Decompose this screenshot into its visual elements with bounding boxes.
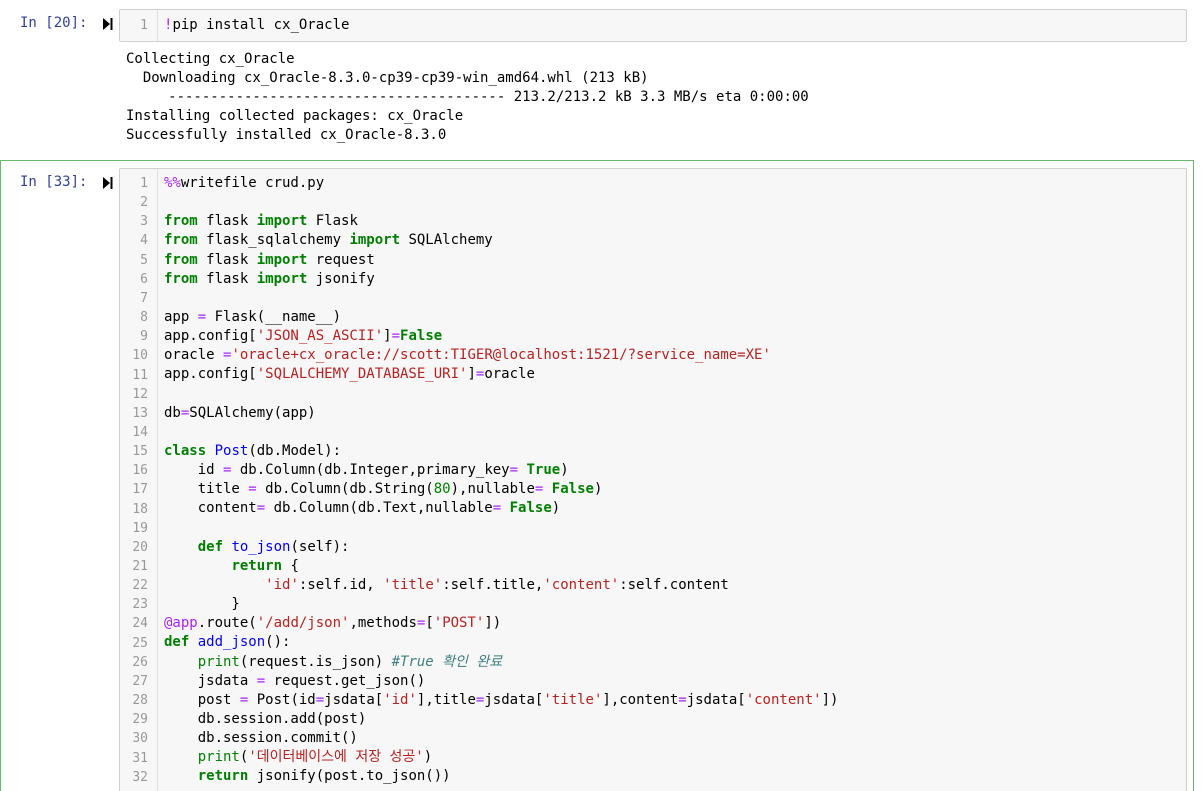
line-number: 20: [132, 539, 148, 555]
code-line[interactable]: id = db.Column(db.Integer,primary_key= T…: [164, 461, 838, 480]
code-line[interactable]: !pip install cx_Oracle: [164, 16, 349, 35]
line-number: 7: [140, 290, 148, 306]
code-line[interactable]: return jsonify(post.to_json()): [164, 767, 838, 786]
code-line[interactable]: %%writefile crud.py: [164, 174, 838, 193]
output-line: ----------------------------------------…: [126, 89, 809, 105]
input-prompt: In [33]:: [20, 174, 88, 190]
code-line[interactable]: post = Post(id=jsdata['id'],title=jsdata…: [164, 691, 839, 710]
pip-command: pip install cx_Oracle: [172, 17, 350, 33]
code-line[interactable]: ​: [164, 423, 838, 442]
code-line[interactable]: print('데이터베이스에 저장 성공'): [164, 748, 838, 767]
line-number: 5: [140, 252, 148, 268]
line-number: 3: [140, 214, 148, 230]
code-line[interactable]: jsdata = request.get_json(): [164, 672, 838, 691]
line-number: 29: [132, 712, 148, 728]
line-number: 1: [140, 18, 148, 33]
line-number: 15: [132, 444, 148, 460]
line-number: 25: [132, 635, 148, 651]
code-line[interactable]: from flask import jsonify: [164, 270, 838, 289]
line-number: 10: [132, 348, 148, 364]
line-number: 28: [132, 693, 148, 709]
code-line[interactable]: print(request.is_json) #True 확인 완료: [164, 653, 838, 672]
code-line[interactable]: content= db.Column(db.Text,nullable= Fal…: [164, 499, 838, 518]
input-prompt: In [20]:: [20, 15, 88, 31]
code-line[interactable]: ​: [164, 289, 838, 308]
code-input[interactable]: 1 2 3 4 5 6 7 8 9 10 11 12 13 14 15 16 17 18 19 20 21 22 23 24 2…: [119, 168, 1187, 791]
code-input[interactable]: 1 !pip install cx_Oracle: [119, 9, 1187, 42]
output-line: Successfully installed cx_Oracle-8.3.0: [126, 127, 447, 143]
code-line[interactable]: ​: [164, 519, 838, 538]
line-number: 21: [132, 559, 148, 574]
code-line[interactable]: @app.route('/add/json',methods=['POST']): [164, 614, 838, 633]
line-number: 6: [140, 271, 148, 287]
line-number: 2: [140, 195, 148, 211]
line-number: 13: [132, 405, 148, 421]
code-line[interactable]: def to_json(self):: [164, 538, 838, 557]
code-line[interactable]: title = db.Column(db.String(80),nullable…: [164, 480, 838, 499]
code-cell-pip-install[interactable]: In [20]: 1 !pip install cx_Oracle Collec…: [0, 0, 1204, 152]
line-number: 4: [140, 233, 148, 249]
line-number: 11: [132, 367, 148, 383]
output-line: Installing collected packages: cx_Oracle: [126, 108, 464, 124]
line-number: 17: [132, 482, 148, 498]
line-number: 30: [132, 731, 148, 747]
code-line[interactable]: db.session.commit(): [164, 729, 838, 748]
code-line[interactable]: from flask_sqlalchemy import SQLAlchemy: [164, 231, 838, 250]
run-cell-icon[interactable]: [102, 176, 114, 190]
line-number: 16: [132, 463, 148, 479]
code-line[interactable]: from flask import Flask: [164, 212, 838, 231]
output-line: Downloading cx_Oracle-8.3.0-cp39-cp39-wi…: [126, 70, 649, 86]
code-line[interactable]: db=SQLAlchemy(app): [164, 404, 838, 423]
line-number-gutter: 1 2 3 4 5 6 7 8 9 10 11 12 13 14 15 16 17 18 19 20 21 22 23 24 2…: [120, 169, 158, 791]
code-line[interactable]: return {: [164, 557, 838, 576]
line-number: 22: [132, 578, 148, 594]
line-number: 18: [132, 501, 148, 517]
code-editor[interactable]: %%writefile crud.py​from flask import Fl…: [164, 174, 838, 787]
code-line[interactable]: }: [164, 595, 838, 614]
code-line[interactable]: app.config['JSON_AS_ASCII']=False: [164, 327, 838, 346]
line-number: 9: [140, 329, 148, 345]
cell-output: Collecting cx_Oracle Downloading cx_Orac…: [126, 50, 809, 145]
code-line[interactable]: ​: [164, 385, 838, 404]
line-number: 27: [132, 673, 148, 689]
code-line[interactable]: oracle ='oracle+cx_oracle://scott:TIGER@…: [164, 346, 838, 365]
line-number: 14: [132, 424, 148, 440]
code-line[interactable]: class Post(db.Model):: [164, 442, 838, 461]
code-line[interactable]: db.session.add(post): [164, 710, 838, 729]
line-number: 8: [140, 310, 148, 326]
notebook: In [20]: 1 !pip install cx_Oracle Collec…: [0, 0, 1204, 791]
line-number: 31: [132, 750, 148, 766]
code-line[interactable]: app = Flask(__name__): [164, 308, 838, 327]
line-number: 19: [132, 520, 148, 536]
line-number: 24: [132, 616, 148, 632]
code-line[interactable]: ​: [164, 193, 838, 212]
run-cell-icon[interactable]: [102, 17, 114, 31]
code-line[interactable]: from flask import request: [164, 251, 838, 270]
line-number-gutter: 1: [120, 10, 158, 41]
code-line[interactable]: def add_json():: [164, 633, 838, 652]
line-number: 32: [132, 769, 148, 785]
line-number: 26: [132, 654, 148, 670]
output-line: Collecting cx_Oracle: [126, 51, 295, 67]
code-line[interactable]: 'id':self.id, 'title':self.title,'conten…: [164, 576, 838, 595]
code-cell-crud[interactable]: In [33]: 1 2 3 4 5 6 7 8 9 10 11 12 13 14 15 16 17 18 19 20…: [0, 160, 1194, 791]
line-number: 12: [132, 386, 148, 402]
code-line[interactable]: app.config['SQLALCHEMY_DATABASE_URI']=or…: [164, 365, 838, 384]
line-number: 1: [140, 176, 148, 191]
line-number: 23: [132, 597, 148, 613]
